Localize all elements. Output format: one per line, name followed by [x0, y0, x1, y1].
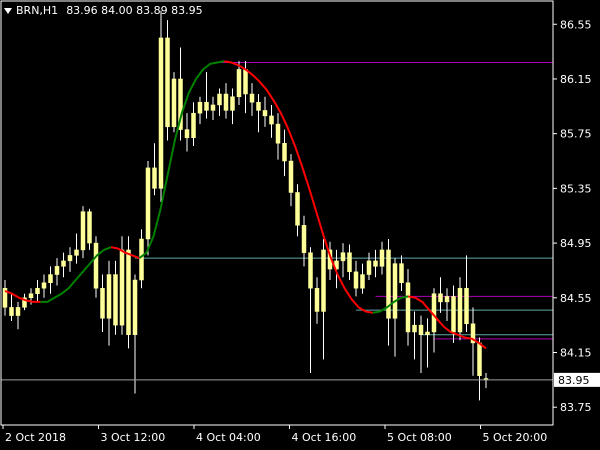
candle-body [48, 274, 53, 284]
candle-body [35, 287, 40, 294]
candle-body [236, 69, 242, 97]
dropdown-triangle-icon[interactable] [4, 8, 12, 14]
candle-body [347, 252, 352, 273]
candle-body [418, 324, 424, 335]
candle-body [405, 282, 411, 333]
candle-body [314, 287, 320, 312]
candle-body [197, 101, 203, 114]
chart-window[interactable]: BRN,H1 83.96 84.00 83.89 83.95 83.95 86.5… [0, 0, 600, 450]
candle-body [262, 110, 268, 117]
candle-body [295, 192, 300, 226]
candle-body [392, 263, 398, 319]
candle-body [425, 331, 430, 335]
candle-body [152, 167, 157, 189]
level-lines [135, 62, 553, 340]
candle-body [139, 238, 144, 281]
candle-body [243, 69, 248, 95]
price-axis[interactable]: 86.55 86.15 85.75 85.35 84.95 84.55 84.15 83.75 [553, 18, 592, 414]
candle-body [74, 249, 79, 256]
candle-body [184, 129, 190, 139]
x-tick-label: 2 Oct 2018 [5, 431, 66, 444]
candle-body [223, 93, 229, 111]
candle-body [477, 342, 482, 377]
candle-body [282, 142, 287, 162]
candle-body [15, 307, 21, 316]
candle-body [373, 260, 378, 267]
symbol-label: BRN,H1 [16, 4, 59, 17]
candle-body [191, 112, 196, 139]
ma-segment-down [110, 246, 140, 260]
candle-body [158, 37, 164, 189]
candle-body [444, 296, 450, 303]
candle-body [249, 93, 255, 103]
candle-body [412, 324, 417, 333]
candle-body [93, 242, 99, 289]
x-tick-label: 5 Oct 20:00 [483, 431, 548, 444]
candle-body [132, 279, 138, 335]
candle-body [80, 211, 86, 251]
candle-body [61, 260, 66, 267]
y-tick-label: 84.15 [560, 347, 592, 360]
y-tick-label: 84.55 [560, 292, 592, 305]
candle-body [275, 123, 281, 144]
candle-body [145, 167, 151, 240]
y-tick-label: 84.95 [560, 237, 592, 250]
candle-body [100, 287, 105, 319]
candle-body [256, 101, 261, 111]
candlestick-chart[interactable]: 83.95 86.55 86.15 85.75 85.35 84.95 84.55 84.1… [0, 0, 600, 450]
y-tick-label: 86.55 [560, 18, 592, 31]
y-tick-label: 85.75 [560, 128, 592, 141]
candle-body [464, 287, 469, 325]
candle-body [87, 211, 92, 244]
candle-body [451, 296, 456, 333]
candle-body [230, 96, 235, 111]
current-price-label: 83.95 [558, 374, 590, 387]
candle-body [217, 93, 222, 106]
candle-body [41, 282, 47, 289]
ma-segment-down [224, 60, 373, 314]
candle-body [360, 274, 365, 289]
y-tick-label: 83.75 [560, 401, 592, 414]
chart-header: BRN,H1 83.96 84.00 83.89 83.95 [4, 4, 203, 17]
y-tick-label: 86.15 [560, 73, 592, 86]
candle-body [210, 104, 216, 111]
y-tick-label: 85.35 [560, 182, 592, 195]
candle-body [171, 78, 177, 128]
candle-body [28, 293, 34, 299]
x-tick-label: 5 Oct 08:00 [387, 431, 452, 444]
x-tick-label: 4 Oct 16:00 [292, 431, 357, 444]
candle-body [119, 249, 125, 326]
bid-line: 83.95 [1, 372, 600, 387]
x-tick-label: 3 Oct 12:00 [101, 431, 166, 444]
candle-body [308, 252, 313, 289]
candle-body [457, 287, 463, 333]
candle-body [379, 249, 385, 267]
candle-body [366, 260, 372, 275]
candle-body [9, 307, 14, 316]
candle-body [113, 274, 118, 326]
candle-body [106, 274, 112, 319]
candle-body [165, 37, 170, 128]
time-axis[interactable]: 2 Oct 2018 3 Oct 12:00 4 Oct 04:00 4 Oct 16… [2, 425, 548, 444]
candle-body [288, 160, 294, 193]
candle-body [340, 252, 346, 262]
x-tick-label: 4 Oct 04:00 [196, 431, 261, 444]
candle-body [353, 271, 359, 289]
ohlc-readout: 83.96 84.00 83.89 83.95 [66, 4, 203, 17]
candle-body [301, 225, 307, 253]
candle-body [204, 101, 209, 111]
candle-body [54, 266, 60, 275]
candle-body [321, 249, 326, 312]
candle-body [438, 293, 443, 303]
candle-body [67, 255, 73, 262]
candle-body [399, 263, 404, 284]
candle-body [126, 249, 131, 335]
candle-body [269, 115, 274, 125]
